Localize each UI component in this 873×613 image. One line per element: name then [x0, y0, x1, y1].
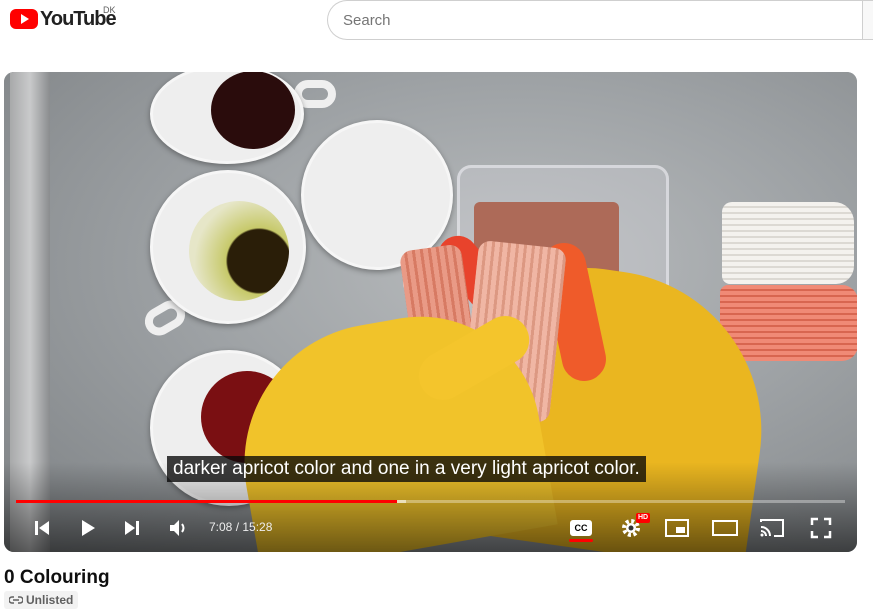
link-icon — [9, 596, 23, 604]
apricot-crepe-paper — [720, 285, 857, 361]
subtitles-button[interactable]: CC — [568, 516, 594, 540]
volume-icon[interactable] — [166, 516, 192, 540]
time-display: 7:08 / 15:28 — [209, 520, 272, 534]
progress-played — [16, 500, 398, 503]
next-icon[interactable] — [120, 516, 144, 540]
miniplayer-icon[interactable] — [664, 516, 690, 540]
region-code: DK — [103, 5, 116, 15]
time-total: 15:28 — [242, 520, 273, 534]
youtube-logo[interactable]: YouTube — [10, 9, 117, 29]
time-current: 7:08 — [209, 520, 233, 534]
cup-yellow — [150, 170, 306, 324]
fullscreen-icon[interactable] — [808, 516, 834, 540]
caption-text: darker apricot color and one in a very l… — [167, 456, 646, 482]
theater-mode-icon[interactable] — [711, 516, 739, 540]
time-separator: / — [232, 520, 243, 534]
video-title: 0 Colouring — [4, 567, 110, 588]
play-icon[interactable] — [76, 516, 100, 540]
hd-badge: HD — [636, 513, 651, 523]
video-player[interactable]: darker apricot color and one in a very l… — [4, 72, 857, 552]
progress-bar[interactable] — [16, 500, 845, 503]
search-box[interactable]: Search — [327, 0, 867, 40]
search-input[interactable]: Search — [343, 12, 391, 29]
captions-active-indicator — [569, 539, 593, 542]
previous-icon[interactable] — [30, 516, 54, 540]
visibility-badge: Unlisted — [4, 591, 79, 609]
youtube-play-icon — [10, 9, 38, 29]
cast-icon[interactable] — [758, 516, 786, 540]
visibility-label: Unlisted — [26, 593, 74, 607]
masthead: YouTube DK Search — [0, 0, 873, 42]
white-crepe-paper — [722, 202, 854, 284]
cc-icon: CC — [570, 520, 592, 536]
search-button[interactable] — [862, 0, 873, 40]
